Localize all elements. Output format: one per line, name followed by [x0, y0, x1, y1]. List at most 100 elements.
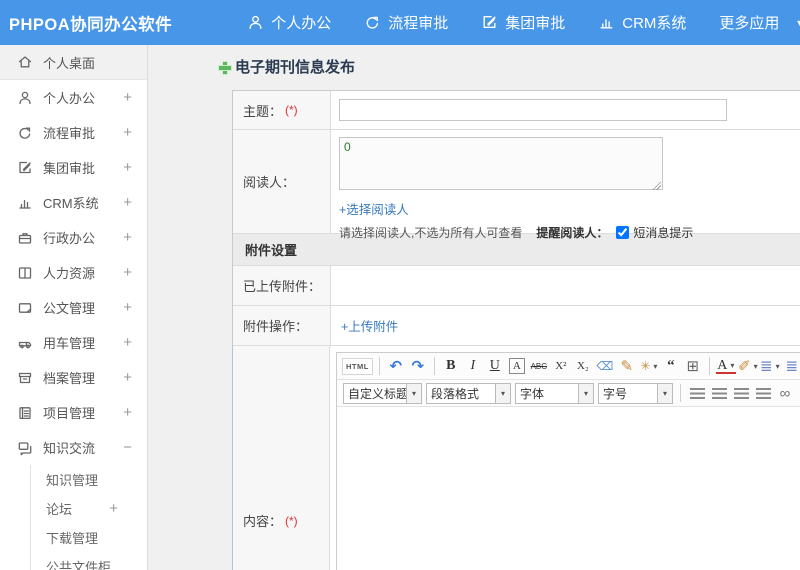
sidebar-item-crm-system[interactable]: CRM系统 + [0, 185, 147, 220]
italic-button[interactable]: I [463, 356, 483, 377]
collapse-minus-icon[interactable]: − [123, 439, 132, 456]
link-icon[interactable]: ∞ [775, 383, 795, 404]
sidebar-item-process-approval[interactable]: 流程审批 + [0, 115, 147, 150]
expand-plus-icon[interactable]: + [123, 89, 132, 106]
expand-plus-icon[interactable]: + [123, 369, 132, 386]
ordered-list-icon[interactable]: ≣ ▾ [760, 356, 780, 377]
sms-remind-checkbox[interactable] [616, 226, 630, 239]
sidebar-item-group-approval[interactable]: 集团审批 + [0, 150, 147, 185]
align-center-icon[interactable] [709, 383, 729, 404]
font-color-button[interactable]: A ▾ [715, 358, 736, 374]
html-source-button[interactable]: HTML [342, 357, 373, 375]
toolbar-separator [433, 357, 435, 375]
expand-plus-icon[interactable]: + [123, 264, 132, 281]
person-icon [17, 90, 33, 106]
sidebar-item-label: 档案管理 [43, 371, 96, 386]
expand-plus-icon[interactable]: + [123, 299, 132, 316]
highlight-color-icon[interactable]: ✐ ▾ [738, 356, 758, 377]
sidebar-item-label: 知识管理 [46, 473, 99, 488]
nav-group-approval[interactable]: 集团审批 [481, 12, 565, 33]
justify-icon[interactable] [753, 383, 773, 404]
expand-plus-icon[interactable]: + [123, 334, 132, 351]
expand-plus-icon[interactable]: + [109, 500, 118, 517]
remove-format-icon[interactable]: ⌫ [595, 356, 615, 377]
sidebar-item-knowledge-exchange[interactable]: 知识交流 − [0, 430, 147, 465]
readers-row: 阅读人： +选择阅读人 请选择阅读人,不选为所有人可查看 提醒阅读人： 短消息提… [233, 129, 800, 240]
sidebar-item-label: 集团审批 [43, 161, 96, 176]
subscript-button[interactable]: X₂ [573, 356, 593, 377]
editor-content-area[interactable] [337, 407, 800, 570]
sidebar-item-label: 流程审批 [43, 126, 96, 141]
font-name-button[interactable]: A [508, 358, 525, 374]
superscript-button[interactable]: X² [551, 356, 571, 377]
subject-input[interactable] [339, 99, 727, 121]
project-icon [17, 405, 33, 421]
sidebar-item-label: 知识交流 [43, 441, 96, 456]
editor-toolbar-row1: HTML ↶ ↷ B I U A ABC X² X₂ ⌫ ✎ ✳ ▾ “⊞ A ▾ ✐ ▾ ≣ ▾ ≣ [337, 353, 800, 380]
sidebar-item-personal-office[interactable]: 个人办公 + [0, 80, 147, 115]
sidebar-item-human-resources[interactable]: 人力资源 + [0, 255, 147, 290]
process-icon [364, 14, 381, 31]
sidebar-subitem-download-mgmt[interactable]: 下载管理 [0, 523, 147, 552]
expand-plus-icon[interactable]: + [123, 124, 132, 141]
nav-item-label: CRM系统 [622, 15, 687, 32]
format-brush-icon[interactable]: ✎ [617, 356, 637, 377]
sidebar-subitem-forum[interactable]: 论坛 + [0, 494, 147, 523]
expand-plus-icon[interactable]: + [123, 194, 132, 211]
sidebar-subitem-public-file-cabinet[interactable]: 公共文件柜 [0, 552, 147, 570]
table-icon[interactable]: ⊞ [683, 356, 703, 377]
sidebar-item-vehicle-mgmt[interactable]: 用车管理 + [0, 325, 147, 360]
edit-icon [481, 14, 498, 31]
page-title-text: 电子期刊信息发布 [235, 59, 356, 76]
nav-personal-office[interactable]: 个人办公 [247, 12, 331, 33]
heading-select[interactable]: 自定义标题 ▾ [343, 382, 422, 404]
font-family-select[interactable]: 字体 ▾ [515, 382, 594, 404]
expand-plus-icon[interactable]: + [123, 229, 132, 246]
underline-button[interactable]: U [485, 356, 505, 377]
sidebar-item-personal-desktop[interactable]: 个人桌面 [0, 45, 147, 80]
align-right-icon[interactable] [731, 383, 751, 404]
sidebar-item-label: 下载管理 [46, 531, 99, 546]
strikethrough-button[interactable]: ABC [529, 356, 549, 377]
undo-icon[interactable]: ↶ [386, 356, 406, 377]
sidebar-item-label: 公文管理 [43, 301, 96, 316]
toolbar-separator [708, 357, 710, 375]
nav-more-apps[interactable]: 更多应用 ▼ [719, 12, 800, 33]
select-label: 字号 [603, 386, 628, 401]
sidebar-item-document-mgmt[interactable]: 公文管理 + [0, 290, 147, 325]
sidebar-item-label: 项目管理 [43, 406, 96, 421]
blockquote-icon[interactable]: “ [661, 356, 681, 377]
align-left-icon[interactable] [687, 383, 707, 404]
expand-plus-icon[interactable]: + [123, 404, 132, 421]
nav-process-approval[interactable]: 流程审批 [364, 12, 448, 33]
sidebar-item-admin-office[interactable]: 行政办公 + [0, 220, 147, 255]
expand-plus-icon[interactable]: + [123, 159, 132, 176]
sidebar: 个人桌面 个人办公 + 流程审批 + 集团审批 + CRM系统 + 行政办公 + 人力资源 + 公文管理 +… [0, 45, 148, 570]
sidebar-subitem-knowledge-mgmt[interactable]: 知识管理 [0, 465, 147, 494]
nav-item-label: 更多应用 [719, 15, 780, 32]
toolbar-separator [378, 357, 380, 375]
main-content: 电子期刊信息发布 主题： (*) 阅读人： 0 +选择阅读人 请选择阅读人,不选… [148, 45, 800, 570]
sidebar-item-label: 用车管理 [43, 336, 96, 351]
select-readers-link[interactable]: +选择阅读人 [339, 199, 409, 218]
sidebar-item-project-mgmt[interactable]: 项目管理 + [0, 395, 147, 430]
unordered-list-icon[interactable]: ≣ [782, 356, 800, 377]
subject-label: 主题： (*) [233, 91, 331, 129]
readers-textarea[interactable] [339, 137, 663, 190]
nav-item-label: 个人办公 [271, 15, 332, 32]
readers-hint-text: 请选择阅读人,不选为所有人可查看 [339, 226, 523, 240]
font-size-select[interactable]: 字号 ▾ [598, 382, 673, 404]
top-navigation: 个人办公 流程审批 集团审批 CRM系统 更多应用 ▼ [247, 12, 800, 33]
person-icon [247, 14, 264, 31]
redo-icon[interactable]: ↷ [408, 356, 428, 377]
autotypeset-icon[interactable]: ✳ ▾ [639, 356, 659, 377]
remind-readers-label: 提醒阅读人： [536, 226, 609, 240]
bold-button[interactable]: B [441, 356, 461, 377]
sidebar-item-label: CRM系统 [43, 196, 99, 211]
upload-attachment-link[interactable]: +上传附件 [341, 316, 398, 335]
nav-crm-system[interactable]: CRM系统 [598, 12, 686, 33]
subject-row: 主题： (*) [233, 91, 800, 129]
paragraph-format-select[interactable]: 段落格式 ▾ [426, 382, 511, 404]
sidebar-item-archive-mgmt[interactable]: 档案管理 + [0, 360, 147, 395]
briefcase-icon [17, 230, 33, 246]
